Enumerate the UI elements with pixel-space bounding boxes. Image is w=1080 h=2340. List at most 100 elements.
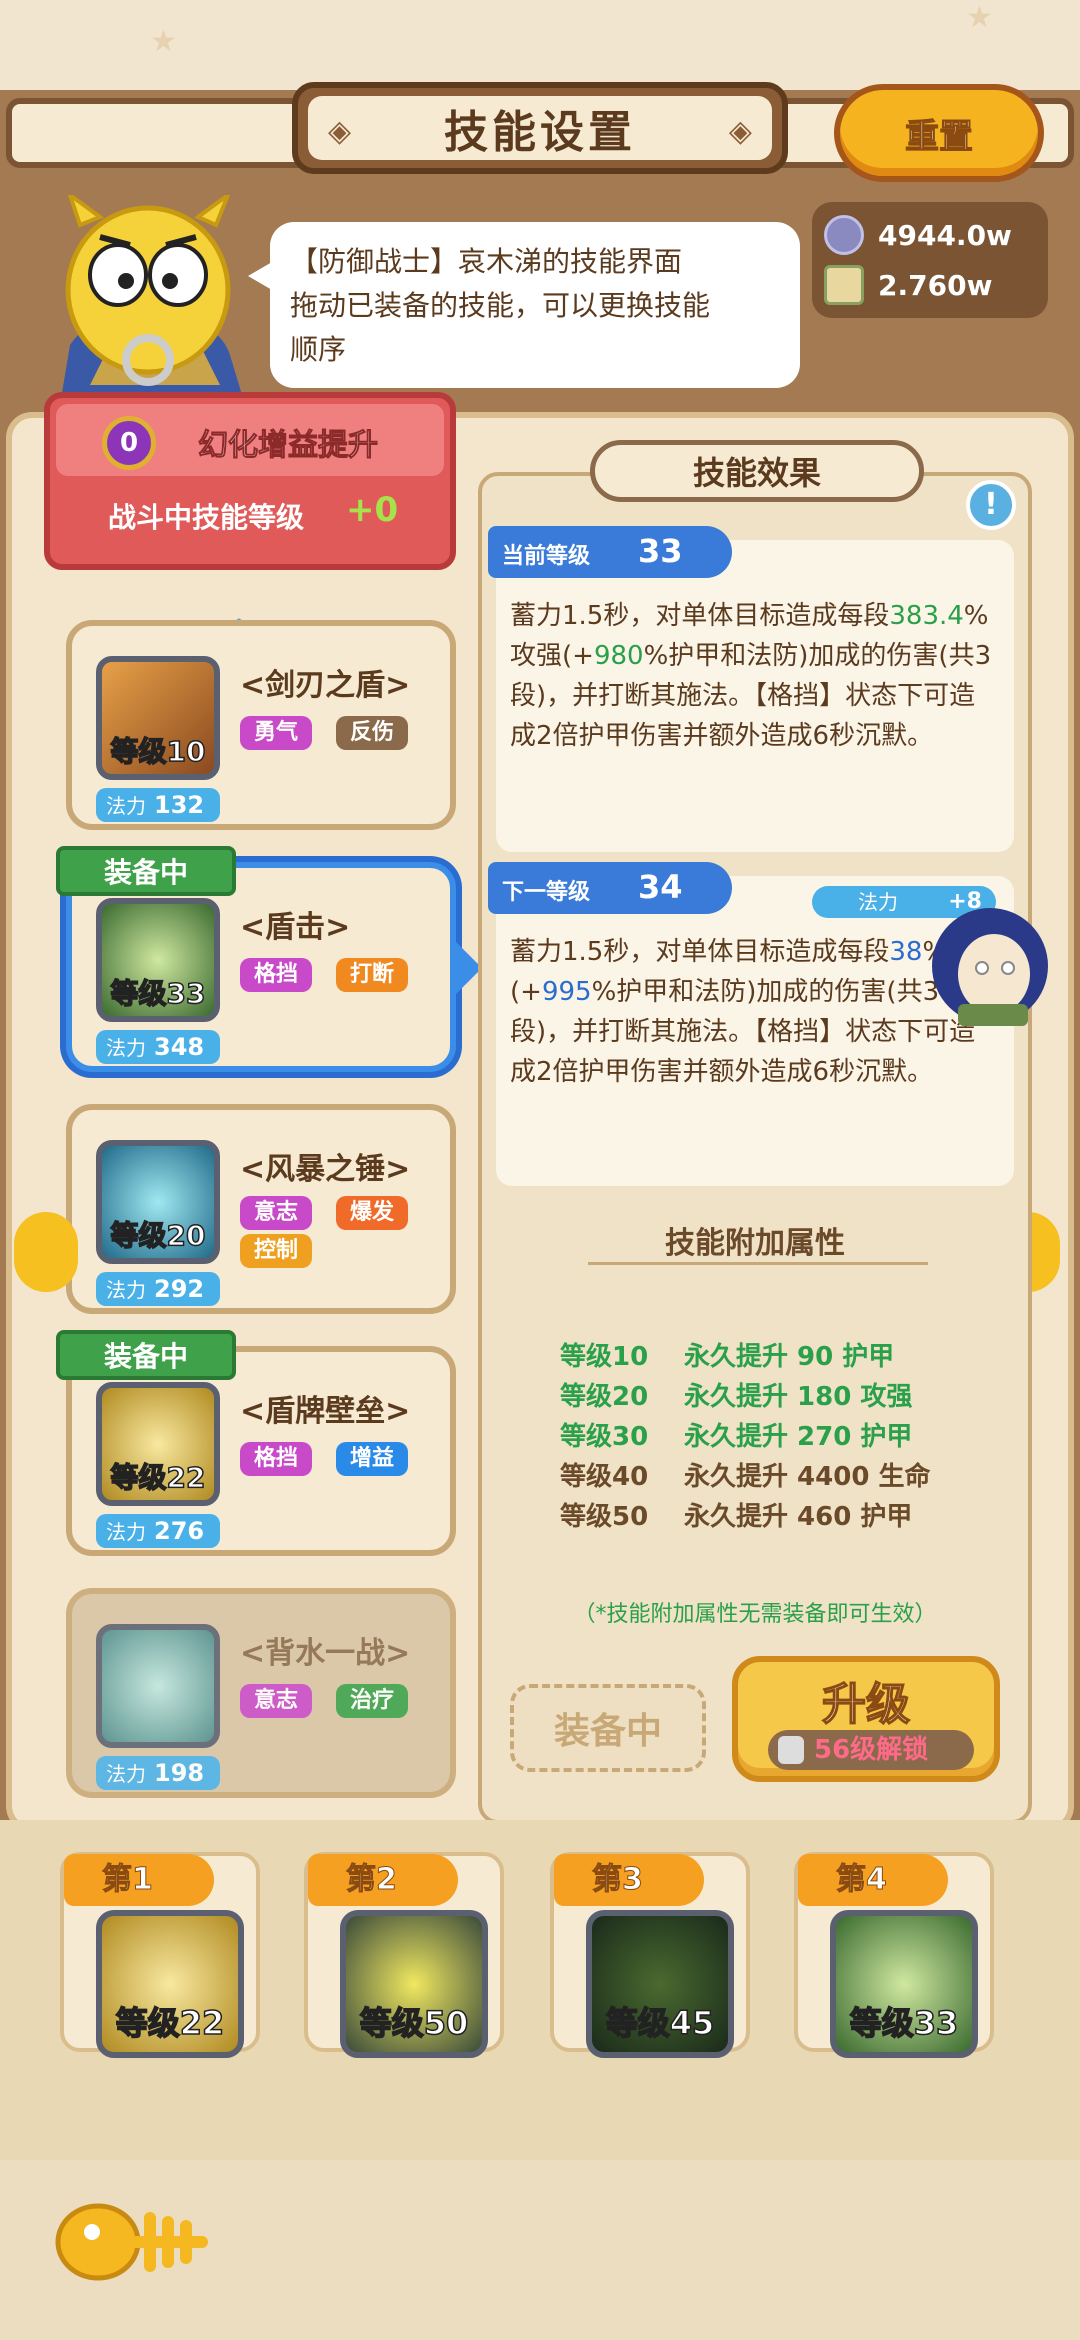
fishbone-icon[interactable] — [52, 2188, 210, 2288]
companion-avatar — [932, 908, 1048, 1026]
unlock-label: 56级解锁 — [814, 1735, 929, 1765]
skill-card[interactable]: 等级10 <剑刃之盾> 勇气 反伤 法力 132 — [66, 620, 456, 830]
next-level-desc: 蓄力1.5秒，对单体目标造成每段38%攻强(+995%护甲和法防)加成的伤害(共… — [510, 932, 1000, 1092]
skill-slot-3[interactable]: 第3 等级45 — [550, 1852, 750, 2058]
currency-row: 2.760w — [824, 260, 1036, 310]
attr-text: 永久提升 4400 生命 — [684, 1462, 931, 1492]
shield-star-icon: 等级33 — [96, 898, 220, 1022]
mana-cost: 法力 348 — [96, 1030, 220, 1064]
level-tag-value: 34 — [638, 868, 683, 906]
unlock-requirement: 56级解锁 — [768, 1730, 974, 1770]
boost-level-value: +0 — [346, 490, 399, 530]
next-level-tag: 下一等级 34 — [488, 862, 732, 914]
skill-name: <盾牌壁垒> — [240, 1394, 411, 1429]
left-arrow-icon[interactable] — [14, 1212, 78, 1292]
upgrade-label: 升级 — [821, 1678, 911, 1731]
currency-panel: 4944.0w 2.760w — [812, 202, 1048, 318]
equipped-ribbon: 装备中 — [56, 1330, 236, 1380]
divider — [588, 1262, 928, 1265]
fist-icon — [96, 1624, 220, 1748]
equipped-ribbon: 装备中 — [56, 846, 236, 896]
attribute-row: 等级10 永久提升 90 护甲 — [560, 1336, 894, 1373]
current-level-box: 当前等级 33 蓄力1.5秒，对单体目标造成每段383.4%攻强(+980%护甲… — [488, 526, 1014, 852]
mana-value: 132 — [154, 791, 205, 819]
level-tag-label: 当前等级 — [502, 544, 591, 569]
swirl-coin-icon — [824, 215, 864, 255]
slot-level: 等级45 — [605, 2003, 715, 2043]
mana-label: 法力 — [106, 1520, 146, 1544]
top-decor-strip: ★ ★ — [0, 0, 1080, 90]
lock-icon — [778, 1736, 804, 1764]
speech-line: 【防御战士】哀木涕的技能界面 — [290, 245, 683, 278]
attr-text: 永久提升 180 攻强 — [684, 1382, 913, 1412]
attribute-row: 等级20 永久提升 180 攻强 — [560, 1376, 912, 1413]
attr-level: 等级30 — [560, 1422, 649, 1452]
speech-line: 顺序 — [290, 333, 347, 366]
mana-label: 法力 — [106, 1036, 146, 1060]
hammer-icon: 等级20 — [96, 1140, 220, 1264]
slot-level: 等级33 — [849, 2003, 959, 2043]
mana-label: 法力 — [106, 1278, 146, 1302]
skill-card-selected[interactable]: 装备中 等级33 <盾击> 格挡 打断 法力 348 — [56, 846, 456, 1072]
attr-level: 等级20 — [560, 1382, 649, 1412]
title-plate: ◈ 技能设置 ◈ — [292, 82, 788, 174]
skill-name: <风暴之锤> — [240, 1152, 411, 1187]
mana-cost: 法力 132 — [96, 788, 220, 822]
attributes-note: （*技能附加属性无需装备即可生效） — [573, 1602, 937, 1627]
skill-level: 等级22 — [110, 1460, 206, 1495]
slot-level: 等级22 — [115, 2003, 225, 2043]
mana-label: 法力 — [106, 794, 146, 818]
slot-label: 第1 — [64, 1854, 214, 1906]
skill-card-locked[interactable]: <背水一战> 意志 治疗 法力 198 — [66, 1588, 456, 1798]
attr-level: 等级40 — [560, 1462, 649, 1492]
skill-tag: 打断 — [336, 958, 409, 992]
mana-cost: 法力 276 — [96, 1514, 220, 1548]
golden-shield-icon: 等级22 — [96, 1910, 244, 2058]
mana-value: 348 — [154, 1033, 205, 1061]
skill-level: 等级10 — [110, 734, 206, 769]
sword-shield-icon: 等级10 — [96, 656, 220, 780]
attributes-title: 技能附加属性 — [665, 1226, 845, 1261]
info-icon[interactable]: ! — [966, 480, 1016, 530]
skill-tag: 格挡 — [240, 1442, 313, 1476]
effect-title: 技能效果 — [590, 440, 924, 502]
skill-name: <盾击> — [240, 910, 351, 945]
skill-tag: 意志 — [240, 1684, 313, 1718]
desc-value: 995 — [541, 977, 592, 1007]
attribute-row: 等级50 永久提升 460 护甲 — [560, 1496, 912, 1533]
current-level-tag: 当前等级 33 — [488, 526, 732, 578]
reset-button[interactable]: 重置 — [834, 84, 1044, 182]
transmog-boost-card[interactable]: 0 幻化增益提升 战斗中技能等级 +0 — [44, 392, 456, 570]
mana-value: 276 — [154, 1517, 205, 1545]
skill-slot-1[interactable]: 第1 等级22 — [60, 1852, 260, 2058]
skill-card[interactable]: 装备中 等级22 <盾牌壁垒> 格挡 增益 法力 276 — [56, 1330, 456, 1556]
desc-value: 383.4 — [889, 601, 964, 631]
skill-name: <背水一战> — [240, 1636, 411, 1671]
skill-tag: 治疗 — [336, 1684, 409, 1718]
page-title: 技能设置 — [444, 107, 636, 158]
equip-button[interactable]: 装备中 — [510, 1684, 706, 1772]
mana-label: 法力 — [106, 1762, 146, 1786]
speech-line: 拖动已装备的技能，可以更换技能 — [290, 289, 711, 322]
skill-level: 等级20 — [110, 1218, 206, 1253]
skill-tag: 控制 — [240, 1234, 313, 1268]
shield-star-icon: 等级33 — [830, 1910, 978, 2058]
skill-tag: 意志 — [240, 1196, 313, 1230]
slot-level: 等级50 — [359, 2003, 469, 2043]
skill-card[interactable]: 等级20 <风暴之锤> 意志 爆发 控制 法力 292 — [66, 1104, 456, 1314]
skill-level: 等级33 — [110, 976, 206, 1011]
slot-label: 第4 — [798, 1854, 948, 1906]
boost-title: 幻化增益提升 — [198, 428, 379, 464]
skill-tag: 格挡 — [240, 958, 313, 992]
equip-label: 装备中 — [553, 1711, 662, 1752]
mana-label: 法力 — [858, 890, 898, 914]
upgrade-button[interactable]: 升级 56级解锁 — [732, 1656, 1000, 1782]
skill-slot-2[interactable]: 第2 等级50 — [304, 1852, 504, 2058]
desc-text: 蓄力1.5秒，对单体目标造成每段 — [510, 601, 890, 631]
slot-label: 第2 — [308, 1854, 458, 1906]
skill-name: <剑刃之盾> — [240, 668, 411, 703]
skill-slot-4[interactable]: 第4 等级33 — [794, 1852, 994, 2058]
attr-text: 永久提升 90 护甲 — [684, 1342, 895, 1372]
skill-tag: 勇气 — [240, 716, 313, 750]
level-tag-label: 下一等级 — [502, 880, 591, 905]
